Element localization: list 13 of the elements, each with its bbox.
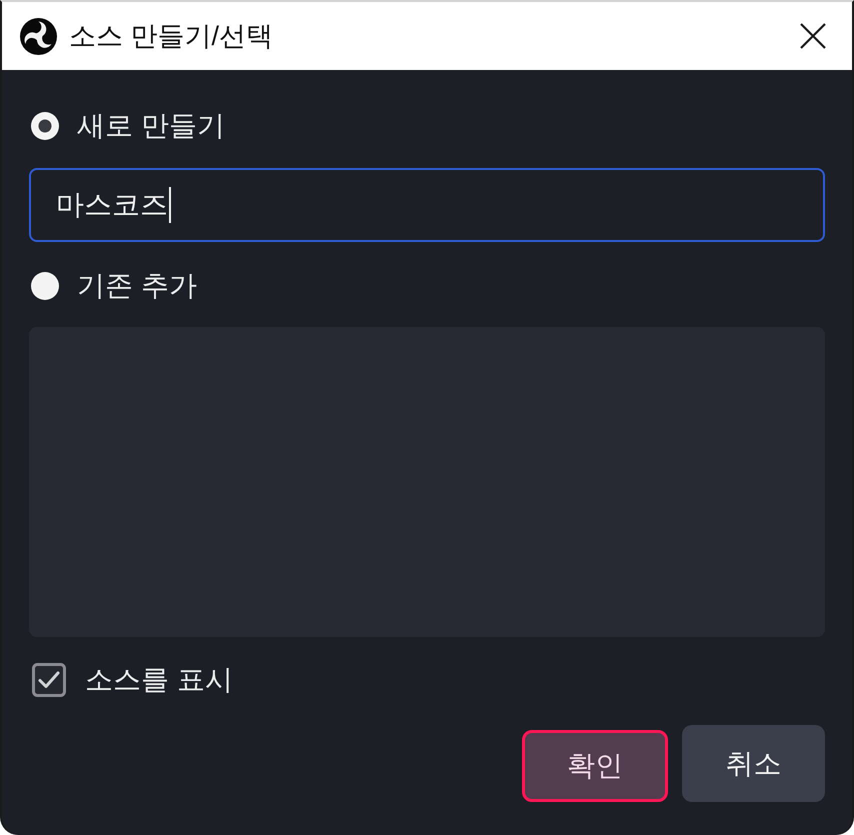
dialog-button[interactable]: 확인 (522, 730, 668, 802)
checkbox[interactable] (32, 663, 66, 697)
close-icon[interactable] (800, 23, 826, 49)
radio-label: 새로 만들기 (77, 112, 225, 140)
checkbox-label: 소스를 표시 (85, 666, 233, 694)
radio-button[interactable] (31, 272, 59, 300)
name-input-field[interactable]: 마스코즈 (29, 168, 825, 242)
window-title: 소스 만들기/선택 (69, 22, 274, 50)
dialog-button[interactable]: 취소 (682, 725, 825, 802)
radio-label: 기존 추가 (77, 272, 197, 300)
radio-button[interactable] (31, 112, 59, 140)
app-logo-icon (20, 18, 57, 54)
text-cursor-icon (169, 187, 171, 223)
